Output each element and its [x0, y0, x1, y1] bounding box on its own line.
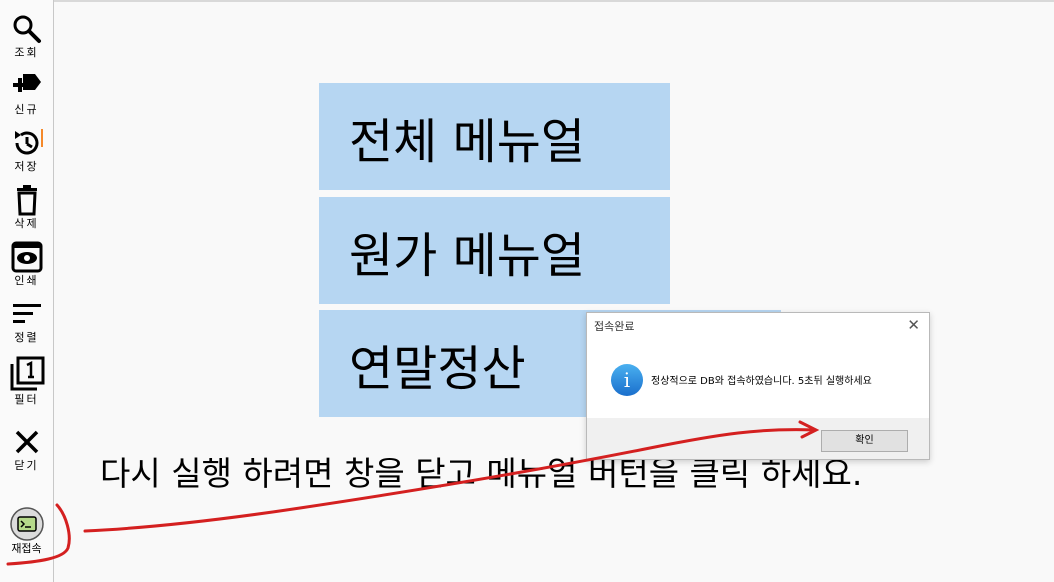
- red-annotation-arrow: [6, 420, 820, 566]
